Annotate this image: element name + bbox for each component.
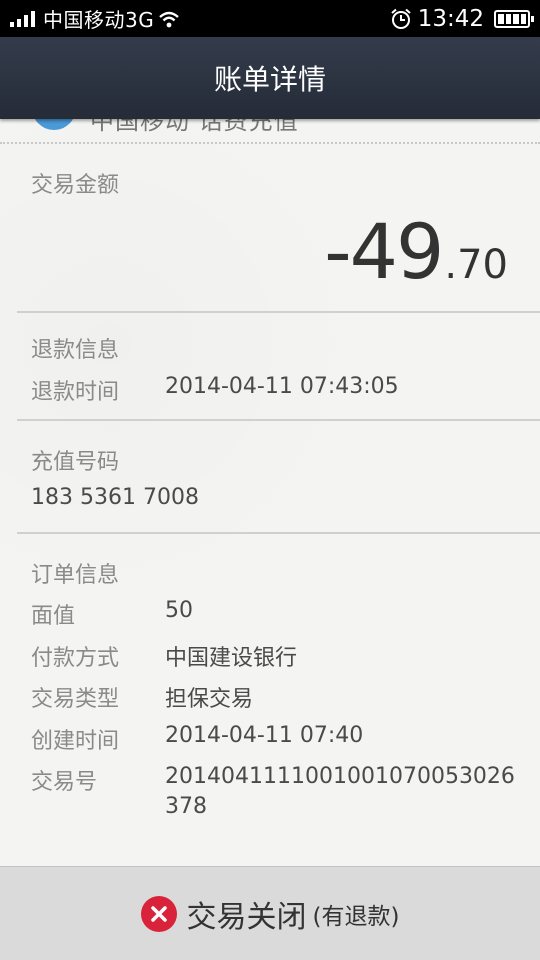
order-section-title: 订单信息 [31,563,120,588]
wifi-icon [159,11,180,27]
amount-integer: -49 [324,207,444,296]
divider [17,532,540,534]
page-title: 账单详情 [213,63,326,96]
battery-icon [494,9,534,28]
order-trade-no-label: 交易号 [31,770,98,795]
order-created-time: 2014-04-11 07:40 [165,723,364,748]
order-payment-method-label: 付款方式 [31,646,120,671]
amount-value: -49 .70 [324,207,508,296]
order-trade-no: 2014041111001001070053026378 [165,764,515,819]
refund-section-title: 退款信息 [31,338,120,363]
trade-status-bar: 交易关闭 (有退款) [0,866,540,960]
order-created-time-label: 创建时间 [31,729,120,754]
signal-icon [10,10,35,27]
order-trade-type: 担保交易 [165,687,254,712]
bill-detail-content[interactable]: 中国移动 话费充值 交易金额 -49 .70 退款信息 退款时间 2014-04… [0,119,540,866]
merchant-name: 中国移动 话费充值 [90,119,299,135]
status-bar: 中国移动3G 13:42 [0,0,540,37]
divider [17,419,540,421]
title-bar: 账单详情 [0,37,540,119]
close-icon [140,896,177,932]
divider [17,311,540,313]
trade-status-text: 交易关闭 [186,900,307,935]
order-face-value-label: 面值 [31,604,76,629]
carrier-name: 中国移动3G [43,8,155,32]
refund-time-value: 2014-04-11 07:43:05 [165,374,399,399]
amount-label: 交易金额 [31,173,120,198]
recharge-number: 183 5361 7008 [31,485,199,510]
order-trade-type-label: 交易类型 [31,687,120,712]
dotted-divider [0,142,540,144]
order-payment-method: 中国建设银行 [165,646,298,671]
trade-status-note: (有退款) [312,904,400,930]
refund-time-label: 退款时间 [31,380,120,405]
recharge-section-title: 充值号码 [31,450,120,475]
alarm-icon [391,8,411,29]
order-face-value: 50 [165,598,193,623]
merchant-icon [32,119,76,130]
clock-time: 13:42 [417,5,484,32]
amount-decimal: .70 [444,242,508,288]
